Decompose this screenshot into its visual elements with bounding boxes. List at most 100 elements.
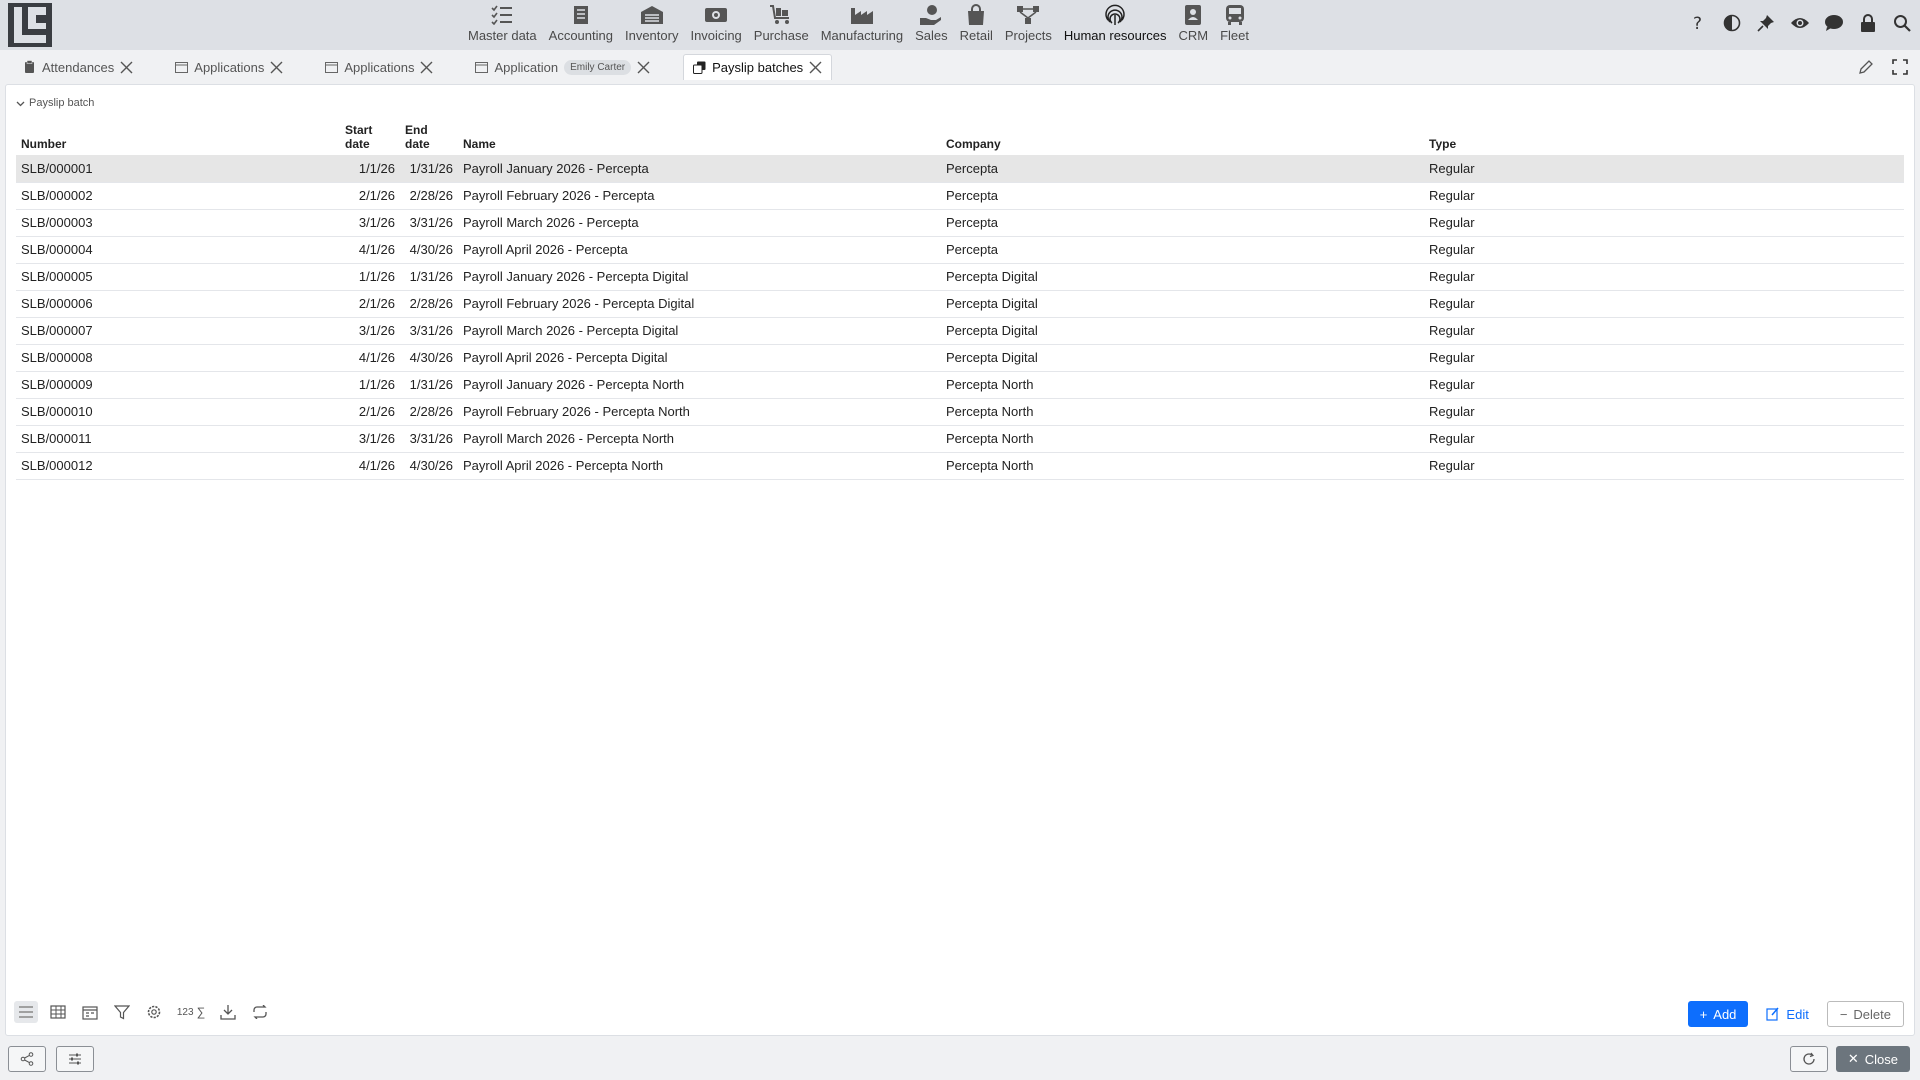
close-tab-icon[interactable] (635, 59, 651, 75)
app-logo[interactable] (8, 3, 52, 47)
module-master-data[interactable]: Master data (462, 0, 543, 50)
eye-icon[interactable] (1790, 12, 1810, 34)
clipboard-icon (22, 60, 36, 74)
close-tab-icon[interactable] (419, 59, 435, 75)
table-row[interactable]: SLB/000012 4/1/26 4/30/26 Payroll April 202… (16, 452, 1904, 480)
module-fleet[interactable]: Fleet (1214, 0, 1255, 50)
module-inventory[interactable]: Inventory (619, 0, 684, 50)
cell-start-date: 4/1/26 (340, 236, 400, 264)
cart-icon (769, 4, 793, 26)
close-tab-icon[interactable] (118, 59, 134, 75)
search-icon[interactable] (1892, 12, 1912, 34)
tab-attendances[interactable]: Attendances (14, 54, 142, 80)
table-row[interactable]: SLB/000007 3/1/26 3/31/26 Payroll March 202… (16, 317, 1904, 345)
fullscreen-icon[interactable] (1888, 56, 1912, 78)
column-header-end-date[interactable]: End date (400, 117, 458, 155)
sum-icon[interactable]: 123 ∑ (174, 1001, 208, 1023)
table-row[interactable]: SLB/000011 3/1/26 3/31/26 Payroll March 202… (16, 425, 1904, 453)
cell-start-date: 1/1/26 (340, 263, 400, 291)
cell-type: Regular (1424, 452, 1904, 480)
table-row[interactable]: SLB/000010 2/1/26 2/28/26 Payroll February … (16, 398, 1904, 426)
table-row[interactable]: SLB/000004 4/1/26 4/30/26 Payroll April 202… (16, 236, 1904, 264)
table-row[interactable]: SLB/000008 4/1/26 4/30/26 Payroll April 202… (16, 344, 1904, 372)
lock-icon[interactable] (1858, 12, 1878, 34)
table-row[interactable]: SLB/000003 3/1/26 3/31/26 Payroll March 202… (16, 209, 1904, 237)
table-row[interactable]: SLB/000002 2/1/26 2/28/26 Payroll February … (16, 182, 1904, 210)
cell-start-date: 3/1/26 (340, 209, 400, 237)
cell-end-date: 4/30/26 (400, 452, 458, 480)
edit-button[interactable]: Edit (1758, 1001, 1816, 1027)
download-icon[interactable] (216, 1001, 240, 1023)
chevron-down-icon (16, 101, 25, 106)
column-header-type[interactable]: Type (1424, 117, 1904, 155)
cell-type: Regular (1424, 182, 1904, 210)
cell-number: SLB/000002 (16, 182, 340, 210)
list-view-icon[interactable] (14, 1001, 38, 1023)
column-header-company[interactable]: Company (941, 117, 1424, 155)
grid-view-icon[interactable] (46, 1001, 70, 1023)
close-icon: ✕ (1847, 1051, 1859, 1066)
cell-company: Percepta North (941, 425, 1424, 453)
header-start-line1: Start (345, 123, 373, 137)
close-tab-icon[interactable] (268, 59, 284, 75)
contrast-icon[interactable] (1722, 12, 1742, 34)
close-button[interactable]: ✕ Close (1835, 1046, 1910, 1072)
column-header-start-date[interactable]: Start date (340, 117, 400, 155)
cell-company: Percepta Digital (941, 290, 1424, 318)
pencil-icon[interactable] (1854, 56, 1878, 78)
view-toolbar: 123 ∑ (14, 1001, 272, 1023)
pin-icon[interactable] (1756, 12, 1776, 34)
close-tab-icon[interactable] (807, 60, 823, 76)
chat-icon[interactable] (1824, 12, 1844, 34)
fingerprint-icon (1103, 4, 1127, 26)
sliders-icon (69, 1053, 81, 1065)
column-header-number[interactable]: Number (16, 117, 340, 155)
tab-payslip-batches[interactable]: Payslip batches (683, 54, 833, 80)
cell-company: Percepta North (941, 398, 1424, 426)
filter-icon[interactable] (110, 1001, 134, 1023)
column-header-name[interactable]: Name (458, 117, 941, 155)
help-icon[interactable]: ? (1688, 12, 1708, 34)
module-human-resources[interactable]: Human resources (1058, 0, 1173, 50)
tab-application[interactable]: Application Emily Carter (467, 54, 660, 80)
module-sales[interactable]: Sales (909, 0, 954, 50)
cell-name: Payroll March 2026 - Percepta Digital (458, 317, 941, 345)
cell-name: Payroll April 2026 - Percepta North (458, 452, 941, 480)
table-row[interactable]: SLB/000005 1/1/26 1/31/26 Payroll January 2… (16, 263, 1904, 291)
bus-icon (1223, 4, 1247, 26)
calendar-view-icon[interactable] (78, 1001, 102, 1023)
tab-label: Applications (344, 59, 415, 75)
tab-applications[interactable]: Applications (166, 54, 292, 80)
refresh-loop-icon[interactable] (248, 1001, 272, 1023)
settings-gear-icon[interactable] (142, 1001, 166, 1023)
table-row[interactable]: SLB/000001 1/1/26 1/31/26 Payroll January 2… (16, 155, 1904, 183)
factory-icon (850, 4, 874, 26)
module-accounting[interactable]: Accounting (543, 0, 619, 50)
cell-name: Payroll March 2026 - Percepta North (458, 425, 941, 453)
cell-company: Percepta (941, 155, 1424, 183)
tab-bar: Attendances Applications Applications Appli… (0, 52, 1920, 80)
cell-number: SLB/000007 (16, 317, 340, 345)
module-retail[interactable]: Retail (954, 0, 999, 50)
module-manufacturing[interactable]: Manufacturing (815, 0, 909, 50)
module-invoicing[interactable]: Invoicing (684, 0, 747, 50)
cell-type: Regular (1424, 398, 1904, 426)
delete-button[interactable]: − Delete (1826, 1001, 1904, 1027)
table-row[interactable]: SLB/000009 1/1/26 1/31/26 Payroll January 2… (16, 371, 1904, 399)
reload-button[interactable] (1790, 1046, 1828, 1072)
section-toggle[interactable]: Payslip batch (16, 97, 94, 109)
sum-label: 123 (176, 1006, 194, 1018)
module-projects[interactable]: Projects (999, 0, 1058, 50)
window-icon (324, 60, 338, 74)
module-crm[interactable]: CRM (1172, 0, 1214, 50)
cell-company: Percepta Digital (941, 263, 1424, 291)
share-button[interactable] (8, 1046, 46, 1072)
cell-start-date: 2/1/26 (340, 182, 400, 210)
cell-name: Payroll March 2026 - Percepta (458, 209, 941, 237)
edit-icon (1766, 1007, 1779, 1021)
module-purchase[interactable]: Purchase (748, 0, 815, 50)
add-button[interactable]: + Add (1687, 1001, 1749, 1027)
table-row[interactable]: SLB/000006 2/1/26 2/28/26 Payroll February … (16, 290, 1904, 318)
tab-applications[interactable]: Applications (316, 54, 442, 80)
adjust-button[interactable] (56, 1046, 94, 1072)
